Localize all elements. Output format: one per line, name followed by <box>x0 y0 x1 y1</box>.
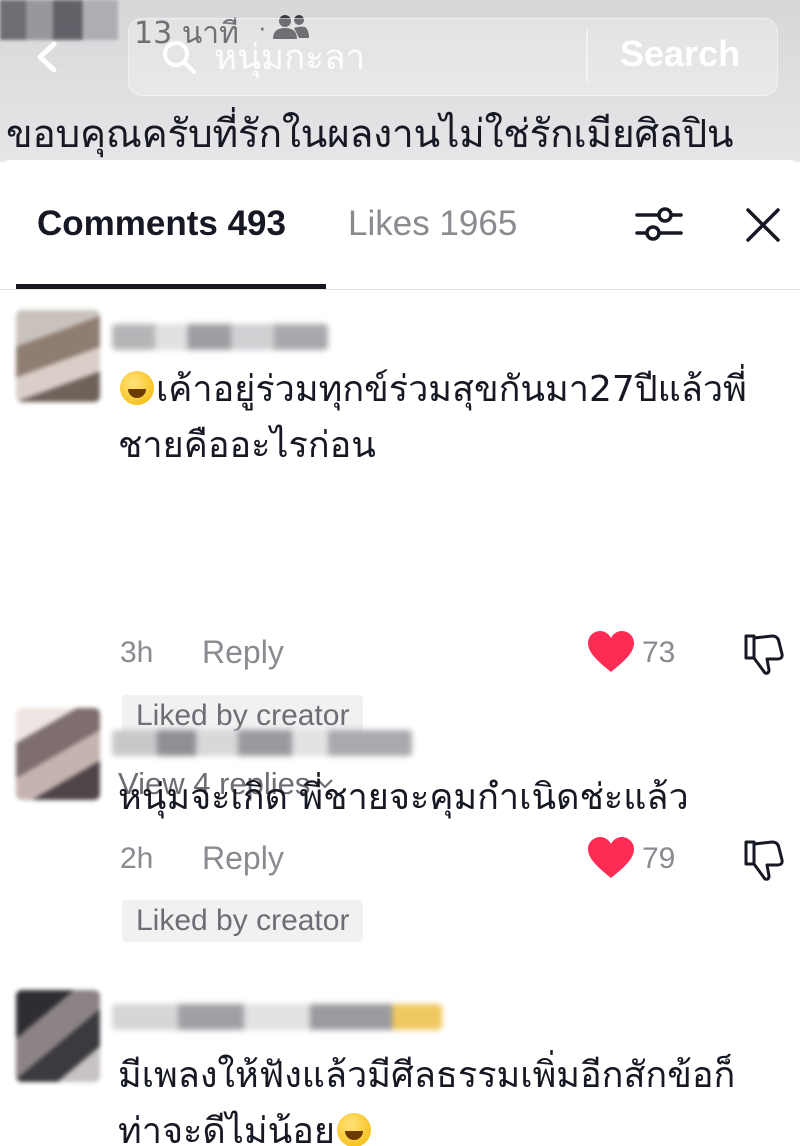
like-count: 73 <box>642 636 676 669</box>
comment-text: เค้าอยู่ร่วมทุกข์ร่วมสุขกันมา27ปีแล้วพี่… <box>118 369 747 466</box>
heart-icon[interactable] <box>586 630 636 674</box>
active-tab-indicator <box>16 284 326 289</box>
close-icon[interactable] <box>744 206 782 244</box>
username[interactable] <box>112 730 412 756</box>
back-arrow-icon[interactable] <box>30 40 64 74</box>
wink-emoji-icon <box>336 1113 371 1146</box>
search-icon <box>163 41 196 74</box>
comment-text: มีเพลงให้ฟังแล้วมีศีลธรรมเพิ่มอีกสักข้อก… <box>118 1055 736 1146</box>
reply-button[interactable]: Reply <box>202 840 284 877</box>
comment-time: 3h <box>120 636 154 669</box>
search-button[interactable]: Search <box>620 33 740 75</box>
liked-by-creator-badge: Liked by creator <box>122 900 364 942</box>
like-count: 79 <box>642 842 676 875</box>
dislike-icon[interactable] <box>742 838 784 882</box>
tab-comments[interactable]: Comments 493 <box>37 204 286 244</box>
tab-likes[interactable]: Likes 1965 <box>348 204 517 244</box>
comment-time: 2h <box>120 842 154 875</box>
blurred-avatar <box>0 0 118 40</box>
filter-icon[interactable] <box>634 204 684 244</box>
comment-text: หนุ่มจะเกิด พี่ชายจะคุมกำเนิดช่ะแล้ว <box>118 777 689 818</box>
video-caption: ขอบคุณครับที่รักในผลงานไม่ใช่รักเมียศิลป… <box>6 112 734 157</box>
grinning-sweat-emoji-icon <box>120 371 154 405</box>
tab-bar: Comments 493 Likes 1965 <box>0 160 800 290</box>
username[interactable] <box>112 1004 442 1030</box>
avatar[interactable] <box>16 708 100 800</box>
video-background: 13 นาที · หนุ่มกะลา Search ขอบคุณครับที่… <box>0 0 800 162</box>
comments-sheet: Comments 493 Likes 1965 เค้าอยู่ร่วมทุกข… <box>0 160 800 1146</box>
reply-button[interactable]: Reply <box>202 634 284 671</box>
username[interactable] <box>112 324 328 350</box>
avatar[interactable] <box>16 990 100 1082</box>
heart-icon[interactable] <box>586 836 636 880</box>
avatar[interactable] <box>16 310 100 402</box>
search-divider <box>586 30 588 82</box>
dislike-icon[interactable] <box>742 632 784 676</box>
search-query[interactable]: หนุ่มกะลา <box>214 30 365 85</box>
